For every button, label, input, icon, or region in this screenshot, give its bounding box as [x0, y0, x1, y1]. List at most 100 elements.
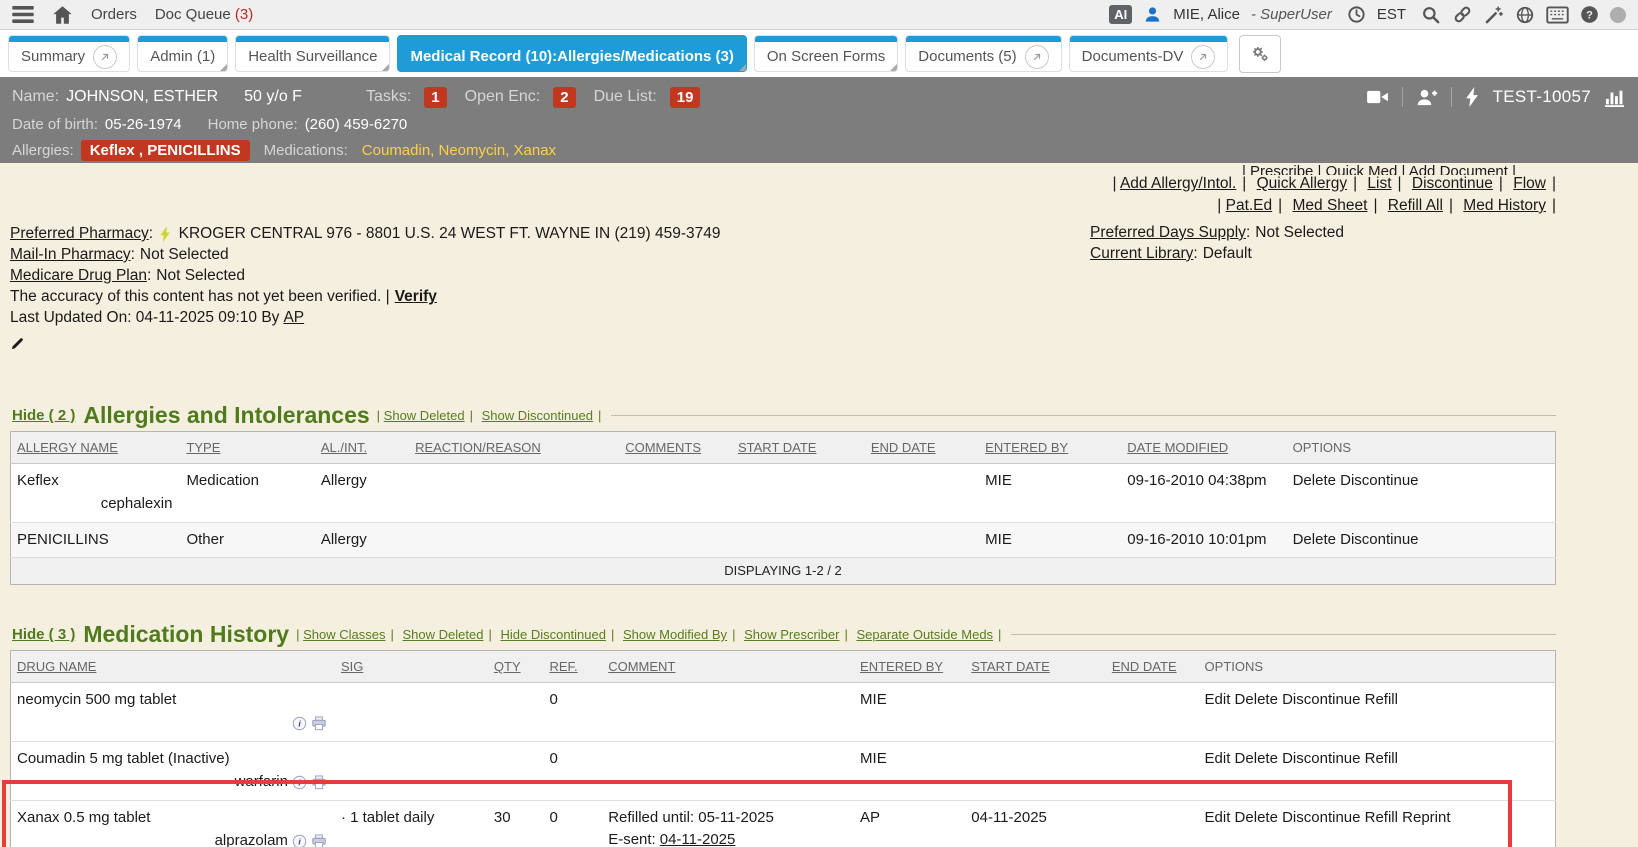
sort-sig[interactable]: SIG — [341, 659, 363, 674]
tab-summary[interactable]: Summary — [8, 35, 130, 72]
col-comments: COMMENTS — [619, 432, 732, 464]
open-enc-count-badge[interactable]: 2 — [553, 87, 575, 108]
sort-type[interactable]: TYPE — [186, 440, 220, 455]
open-new-window-icon[interactable] — [93, 45, 117, 69]
sort-qty[interactable]: QTY — [494, 659, 521, 674]
tab-documents[interactable]: Documents (5) — [905, 35, 1061, 72]
help-icon[interactable]: ? — [1580, 5, 1599, 24]
med-row-options[interactable]: Edit Delete Discontinue Refill Reprint — [1205, 809, 1451, 826]
list-link[interactable]: List — [1367, 175, 1401, 192]
tab-admin[interactable]: Admin (1) — [137, 35, 228, 72]
search-icon[interactable] — [1421, 5, 1441, 25]
allergies-badge[interactable]: Keflex , PENICILLINS — [81, 140, 250, 161]
tasks-count-badge[interactable]: 1 — [424, 87, 446, 108]
medication-show-links: Show Classes Show Deleted Hide Discontin… — [296, 627, 1001, 642]
open-new-window-icon[interactable] — [1025, 45, 1049, 69]
drug-info-icon[interactable]: i — [292, 716, 307, 731]
show-deleted-link[interactable]: Show Deleted — [403, 627, 492, 642]
sort-comments[interactable]: COMMENTS — [625, 440, 701, 455]
mailin-pharmacy-link[interactable]: Mail-In Pharmacy — [10, 246, 135, 263]
tab-on-screen-forms[interactable]: On Screen Forms — [754, 35, 898, 72]
updated-by-link[interactable]: AP — [283, 309, 304, 326]
quick-allergy-link[interactable]: Quick Allergy — [1257, 175, 1357, 192]
clock-icon[interactable] — [1347, 5, 1366, 24]
sort-allergy-name[interactable]: ALLERGY NAME — [17, 440, 118, 455]
hide-discontinued-link[interactable]: Hide Discontinued — [500, 627, 614, 642]
orders-menu[interactable]: Orders — [91, 6, 137, 23]
sort-comment[interactable]: COMMENT — [608, 659, 675, 674]
allergy-row-options[interactable]: Delete Discontinue — [1293, 472, 1419, 489]
show-prescriber-link[interactable]: Show Prescriber — [744, 627, 848, 642]
prescribe-links-row[interactable]: | Prescribe | Quick Med | Add Document | — [1242, 163, 1516, 175]
sort-end-date[interactable]: END DATE — [1112, 659, 1177, 674]
drug-info-icon[interactable]: i — [292, 834, 307, 847]
refill-all-link[interactable]: Refill All — [1388, 197, 1453, 214]
divider — [1451, 87, 1452, 107]
allergies-hide-link[interactable]: Hide ( 2 ) — [12, 407, 75, 424]
med-history-link[interactable]: Med History — [1463, 197, 1556, 214]
pat-ed-link[interactable]: Pat.Ed — [1226, 197, 1283, 214]
discontinue-link[interactable]: Discontinue — [1412, 175, 1503, 192]
sort-ref[interactable]: REF. — [550, 659, 578, 674]
link-icon[interactable] — [1452, 4, 1473, 25]
esent-date-link[interactable]: 04-11-2025 — [660, 831, 736, 847]
show-discontinued-link[interactable]: Show Discontinued — [482, 408, 602, 423]
print-icon[interactable] — [311, 716, 327, 731]
open-new-window-icon[interactable] — [1191, 45, 1215, 69]
add-person-icon[interactable] — [1416, 88, 1438, 107]
medicare-plan-link[interactable]: Medicare Drug Plan — [10, 267, 151, 284]
preferred-pharmacy-link[interactable]: Preferred Pharmacy — [10, 225, 153, 242]
separate-outside-meds-link[interactable]: Separate Outside Meds — [856, 627, 1001, 642]
tab-health-label: Health Surveillance — [248, 48, 377, 65]
sort-end-date[interactable]: END DATE — [871, 440, 936, 455]
days-supply-link[interactable]: Preferred Days Supply — [1090, 224, 1250, 241]
tab-settings-icon[interactable] — [1239, 35, 1281, 73]
sort-date-modified[interactable]: DATE MODIFIED — [1127, 440, 1228, 455]
globe-icon[interactable] — [1515, 5, 1535, 25]
video-camera-icon[interactable] — [1366, 88, 1389, 106]
tab-documents-dv[interactable]: Documents-DV — [1069, 35, 1229, 72]
keyboard-icon[interactable] — [1546, 6, 1569, 24]
med-row-options[interactable]: Edit Delete Discontinue Refill — [1205, 750, 1398, 767]
user-name[interactable]: MIE, Alice — [1173, 6, 1240, 23]
show-modified-by-link[interactable]: Show Modified By — [623, 627, 735, 642]
col-comment: COMMENT — [602, 651, 854, 683]
sort-al-int[interactable]: AL./INT. — [321, 440, 367, 455]
print-icon[interactable] — [311, 834, 327, 847]
days-supply-value: Not Selected — [1255, 224, 1344, 241]
doc-queue-menu[interactable]: Doc Queue (3) — [155, 6, 253, 23]
allergy-name: PENICILLINS — [17, 531, 109, 548]
lightning-icon[interactable] — [1465, 87, 1480, 107]
menu-icon[interactable] — [12, 6, 34, 23]
med-row-options[interactable]: Edit Delete Discontinue Refill — [1205, 691, 1398, 708]
edit-pencil-icon[interactable] — [10, 336, 25, 351]
tab-health-surveillance[interactable]: Health Surveillance — [235, 35, 390, 72]
sort-drug-name[interactable]: DRUG NAME — [17, 659, 96, 674]
name-label: Name: — [12, 88, 59, 106]
due-list-count-badge[interactable]: 19 — [670, 87, 701, 108]
add-allergy-link[interactable]: Add Allergy/Intol. — [1120, 175, 1246, 192]
ai-badge[interactable]: AI — [1109, 5, 1132, 24]
timezone-label: EST — [1377, 6, 1406, 23]
wand-icon[interactable] — [1484, 5, 1504, 25]
sort-start-date[interactable]: START DATE — [738, 440, 817, 455]
med-ref: 0 — [550, 809, 558, 826]
flow-link[interactable]: Flow — [1513, 175, 1556, 192]
med-sheet-link[interactable]: Med Sheet — [1292, 197, 1377, 214]
drug-info-icon[interactable]: i — [292, 775, 307, 790]
current-library-link[interactable]: Current Library — [1090, 245, 1198, 262]
bar-chart-icon[interactable] — [1604, 88, 1626, 107]
tab-medical-record[interactable]: Medical Record (10):Allergies/Medication… — [397, 35, 746, 72]
sort-reaction[interactable]: REACTION/REASON — [415, 440, 541, 455]
allergy-row-options[interactable]: Delete Discontinue — [1293, 531, 1419, 548]
medication-hide-link[interactable]: Hide ( 3 ) — [12, 626, 75, 643]
print-icon[interactable] — [311, 775, 327, 790]
sort-start-date[interactable]: START DATE — [971, 659, 1050, 674]
verify-link[interactable]: Verify — [395, 288, 437, 305]
show-deleted-link[interactable]: Show Deleted — [384, 408, 473, 423]
home-icon[interactable] — [52, 5, 73, 25]
sort-entered-by[interactable]: ENTERED BY — [985, 440, 1068, 455]
sort-entered-by[interactable]: ENTERED BY — [860, 659, 943, 674]
medication-table: DRUG NAME SIG QTY REF. COMMENT ENTERED B… — [10, 650, 1556, 847]
show-classes-link[interactable]: Show Classes — [303, 627, 394, 642]
